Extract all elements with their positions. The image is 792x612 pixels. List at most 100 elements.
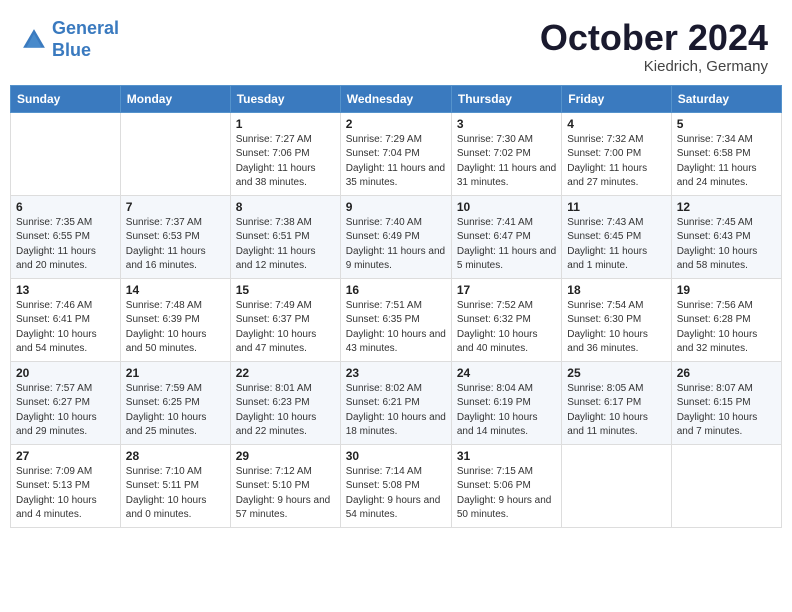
calendar-wrapper: SundayMondayTuesdayWednesdayThursdayFrid… xyxy=(0,85,792,538)
calendar-cell: 1 Sunrise: 7:27 AMSunset: 7:06 PMDaylight… xyxy=(230,112,340,195)
day-number: 14 xyxy=(126,283,225,297)
calendar-cell: 25Sunrise: 8:05 AMSunset: 6:17 PMDayligh… xyxy=(562,361,671,444)
day-info: Sunrise: 7:37 AMSunset: 6:53 PMDaylight:… xyxy=(126,216,225,274)
day-number: 29 xyxy=(236,449,335,463)
week-row-2: 6Sunrise: 7:35 AMSunset: 6:55 PMDaylight… xyxy=(11,195,782,278)
calendar-cell: 29 Sunrise: 7:12 AMSunset: 5:10 PMDayligh… xyxy=(230,444,340,527)
week-row-5: 27 Sunrise: 7:09 AMSunset: 5:13 PMDayligh… xyxy=(11,444,782,527)
day-info: Sunrise: 7:54 AMSunset: 6:30 PMDaylight:… xyxy=(567,299,665,357)
weekday-header-row: SundayMondayTuesdayWednesdayThursdayFrid… xyxy=(11,85,782,112)
day-number: 19 xyxy=(677,283,776,297)
day-number: 23 xyxy=(346,366,446,380)
day-info: Sunrise: 8:01 AMSunset: 6:23 PMDaylight:… xyxy=(236,382,335,440)
calendar-cell: 19 Sunrise: 7:56 AMSunset: 6:28 PMDayligh… xyxy=(671,278,781,361)
day-number: 13 xyxy=(16,283,115,297)
day-number: 9 xyxy=(346,200,446,214)
calendar-cell: 3Sunrise: 7:30 AMSunset: 7:02 PMDaylight… xyxy=(451,112,561,195)
day-info: Sunrise: 7:32 AMSunset: 7:00 PMDaylight:… xyxy=(567,133,665,191)
day-info: Sunrise: 7:14 AMSunset: 5:08 PMDaylight:… xyxy=(346,465,446,523)
day-number: 18 xyxy=(567,283,665,297)
day-info: Sunrise: 7:56 AMSunset: 6:28 PMDaylight:… xyxy=(677,299,776,357)
day-number: 22 xyxy=(236,366,335,380)
location: Kiedrich, Germany xyxy=(540,58,768,75)
title-block: October 2024 Kiedrich, Germany xyxy=(540,18,768,75)
calendar-cell: 5 Sunrise: 7:34 AMSunset: 6:58 PMDaylight… xyxy=(671,112,781,195)
day-info: Sunrise: 7:27 AMSunset: 7:06 PMDaylight:… xyxy=(236,133,335,191)
day-info: Sunrise: 8:04 AMSunset: 6:19 PMDaylight:… xyxy=(457,382,556,440)
weekday-header-sunday: Sunday xyxy=(11,85,121,112)
day-info: Sunrise: 7:35 AMSunset: 6:55 PMDaylight:… xyxy=(16,216,115,274)
day-info: Sunrise: 8:02 AMSunset: 6:21 PMDaylight:… xyxy=(346,382,446,440)
weekday-header-thursday: Thursday xyxy=(451,85,561,112)
day-number: 7 xyxy=(126,200,225,214)
calendar-cell: 2 Sunrise: 7:29 AMSunset: 7:04 PMDaylight… xyxy=(340,112,451,195)
logo-text: GeneralBlue xyxy=(52,18,119,61)
day-info: Sunrise: 7:49 AMSunset: 6:37 PMDaylight:… xyxy=(236,299,335,357)
day-info: Sunrise: 8:07 AMSunset: 6:15 PMDaylight:… xyxy=(677,382,776,440)
day-info: Sunrise: 7:43 AMSunset: 6:45 PMDaylight:… xyxy=(567,216,665,274)
logo: GeneralBlue xyxy=(20,18,119,61)
day-number: 21 xyxy=(126,366,225,380)
day-info: Sunrise: 7:15 AMSunset: 5:06 PMDaylight:… xyxy=(457,465,556,523)
calendar-cell: 8 Sunrise: 7:38 AMSunset: 6:51 PMDaylight… xyxy=(230,195,340,278)
day-info: Sunrise: 7:10 AMSunset: 5:11 PMDaylight:… xyxy=(126,465,225,523)
day-number: 11 xyxy=(567,200,665,214)
calendar-cell: 6Sunrise: 7:35 AMSunset: 6:55 PMDaylight… xyxy=(11,195,121,278)
week-row-4: 20Sunrise: 7:57 AMSunset: 6:27 PMDayligh… xyxy=(11,361,782,444)
week-row-1: 1 Sunrise: 7:27 AMSunset: 7:06 PMDaylight… xyxy=(11,112,782,195)
weekday-header-wednesday: Wednesday xyxy=(340,85,451,112)
day-number: 5 xyxy=(677,117,776,131)
calendar-cell: 7 Sunrise: 7:37 AMSunset: 6:53 PMDaylight… xyxy=(120,195,230,278)
calendar-cell xyxy=(11,112,121,195)
day-number: 31 xyxy=(457,449,556,463)
day-info: Sunrise: 7:51 AMSunset: 6:35 PMDaylight:… xyxy=(346,299,446,357)
calendar-cell: 26 Sunrise: 8:07 AMSunset: 6:15 PMDayligh… xyxy=(671,361,781,444)
month-title: October 2024 xyxy=(540,18,768,58)
day-info: Sunrise: 7:34 AMSunset: 6:58 PMDaylight:… xyxy=(677,133,776,191)
day-number: 2 xyxy=(346,117,446,131)
day-number: 24 xyxy=(457,366,556,380)
calendar-cell: 16Sunrise: 7:51 AMSunset: 6:35 PMDayligh… xyxy=(340,278,451,361)
calendar-cell: 30Sunrise: 7:14 AMSunset: 5:08 PMDayligh… xyxy=(340,444,451,527)
weekday-header-friday: Friday xyxy=(562,85,671,112)
day-number: 1 xyxy=(236,117,335,131)
day-number: 27 xyxy=(16,449,115,463)
day-number: 3 xyxy=(457,117,556,131)
calendar-cell: 17 Sunrise: 7:52 AMSunset: 6:32 PMDayligh… xyxy=(451,278,561,361)
calendar-cell: 24 Sunrise: 8:04 AMSunset: 6:19 PMDayligh… xyxy=(451,361,561,444)
calendar-cell: 11 Sunrise: 7:43 AMSunset: 6:45 PMDayligh… xyxy=(562,195,671,278)
calendar-cell: 27 Sunrise: 7:09 AMSunset: 5:13 PMDayligh… xyxy=(11,444,121,527)
calendar-cell xyxy=(120,112,230,195)
day-info: Sunrise: 7:29 AMSunset: 7:04 PMDaylight:… xyxy=(346,133,446,191)
day-number: 17 xyxy=(457,283,556,297)
day-info: Sunrise: 7:57 AMSunset: 6:27 PMDaylight:… xyxy=(16,382,115,440)
day-number: 10 xyxy=(457,200,556,214)
calendar-cell: 12 Sunrise: 7:45 AMSunset: 6:43 PMDayligh… xyxy=(671,195,781,278)
day-info: Sunrise: 7:46 AMSunset: 6:41 PMDaylight:… xyxy=(16,299,115,357)
calendar-cell: 28Sunrise: 7:10 AMSunset: 5:11 PMDayligh… xyxy=(120,444,230,527)
page-header: GeneralBlue October 2024 Kiedrich, Germa… xyxy=(0,0,792,85)
day-info: Sunrise: 7:59 AMSunset: 6:25 PMDaylight:… xyxy=(126,382,225,440)
calendar-cell: 4Sunrise: 7:32 AMSunset: 7:00 PMDaylight… xyxy=(562,112,671,195)
calendar-cell: 13 Sunrise: 7:46 AMSunset: 6:41 PMDayligh… xyxy=(11,278,121,361)
day-info: Sunrise: 7:12 AMSunset: 5:10 PMDaylight:… xyxy=(236,465,335,523)
calendar-cell: 23 Sunrise: 8:02 AMSunset: 6:21 PMDayligh… xyxy=(340,361,451,444)
calendar-cell: 18 Sunrise: 7:54 AMSunset: 6:30 PMDayligh… xyxy=(562,278,671,361)
day-info: Sunrise: 7:52 AMSunset: 6:32 PMDaylight:… xyxy=(457,299,556,357)
calendar-cell: 9Sunrise: 7:40 AMSunset: 6:49 PMDaylight… xyxy=(340,195,451,278)
day-info: Sunrise: 7:41 AMSunset: 6:47 PMDaylight:… xyxy=(457,216,556,274)
day-info: Sunrise: 7:48 AMSunset: 6:39 PMDaylight:… xyxy=(126,299,225,357)
day-number: 26 xyxy=(677,366,776,380)
calendar-cell: 15Sunrise: 7:49 AMSunset: 6:37 PMDayligh… xyxy=(230,278,340,361)
calendar-cell xyxy=(671,444,781,527)
calendar-cell: 14 Sunrise: 7:48 AMSunset: 6:39 PMDayligh… xyxy=(120,278,230,361)
day-number: 8 xyxy=(236,200,335,214)
day-number: 12 xyxy=(677,200,776,214)
day-info: Sunrise: 7:09 AMSunset: 5:13 PMDaylight:… xyxy=(16,465,115,523)
calendar-table: SundayMondayTuesdayWednesdayThursdayFrid… xyxy=(10,85,782,528)
calendar-cell: 10 Sunrise: 7:41 AMSunset: 6:47 PMDayligh… xyxy=(451,195,561,278)
day-info: Sunrise: 7:38 AMSunset: 6:51 PMDaylight:… xyxy=(236,216,335,274)
calendar-cell xyxy=(562,444,671,527)
calendar-cell: 22 Sunrise: 8:01 AMSunset: 6:23 PMDayligh… xyxy=(230,361,340,444)
day-info: Sunrise: 7:45 AMSunset: 6:43 PMDaylight:… xyxy=(677,216,776,274)
